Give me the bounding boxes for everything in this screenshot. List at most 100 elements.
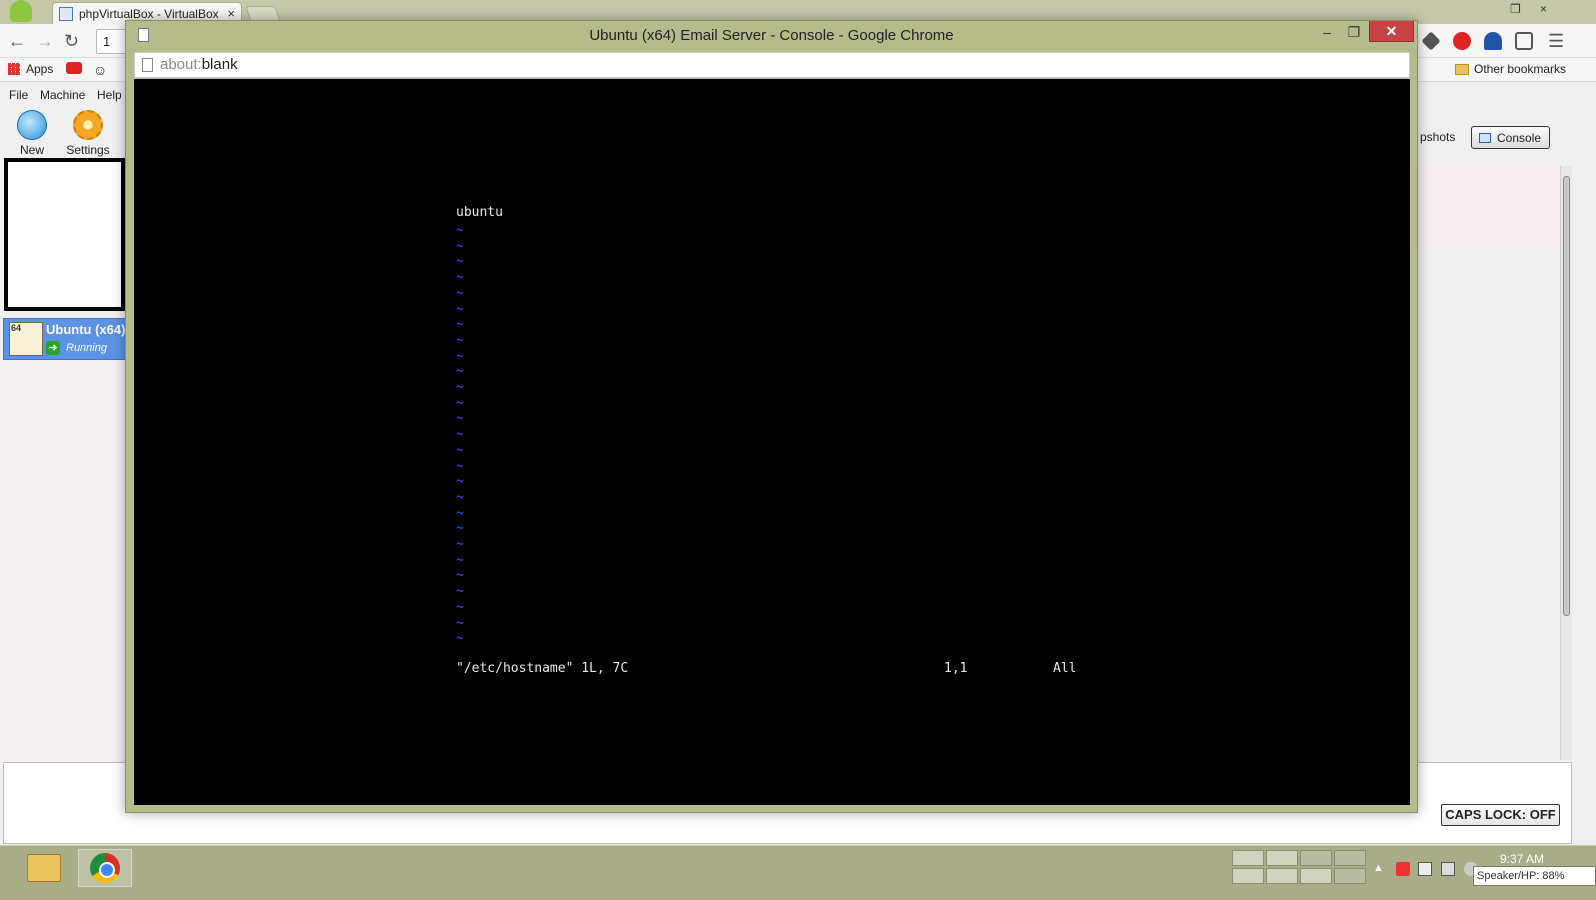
vim-tilde: ~	[456, 552, 464, 568]
window-thumbnail[interactable]	[1300, 868, 1332, 884]
tab-close-icon[interactable]: ×	[227, 6, 235, 21]
virtualbox-favicon-icon	[59, 6, 73, 21]
vim-tilde: ~	[456, 474, 464, 490]
file-explorer-icon[interactable]	[27, 854, 61, 882]
caps-lock-indicator: CAPS LOCK: OFF	[1441, 804, 1560, 826]
windows-taskbar: ▲ 9:37 AM	[0, 845, 1596, 900]
vim-text-line: ubuntu	[456, 205, 503, 220]
window-thumbnail[interactable]	[1334, 868, 1366, 884]
vim-tilde: ~	[456, 442, 464, 458]
vm-console-screen[interactable]: ubuntu "/etc/hostname" 1L, 7C 1,1 All ~ ~…	[134, 79, 1410, 805]
window-thumbnail[interactable]	[1334, 850, 1366, 866]
vim-tilde: ~	[456, 317, 464, 333]
tray-overflow-icon[interactable]: ▲	[1373, 862, 1387, 876]
window-thumbnail[interactable]	[1266, 850, 1298, 866]
vm-detail-tabs: pshots Console	[1420, 118, 1596, 158]
tray-app-icon[interactable]	[1418, 862, 1432, 876]
popup-address-bar[interactable]: about:blank	[134, 52, 1410, 78]
vim-tilde: ~	[456, 599, 464, 615]
menu-machine[interactable]: Machine	[40, 88, 85, 102]
window-thumbnail[interactable]	[1300, 850, 1332, 866]
taskbar-clock[interactable]: 9:37 AM	[1500, 852, 1544, 866]
extension-diamond-icon[interactable]	[1421, 31, 1441, 51]
console-icon	[1479, 132, 1491, 143]
vm-list-pane	[0, 360, 130, 760]
address-host: blank	[201, 56, 238, 73]
adblock-stop-icon[interactable]	[1453, 32, 1471, 50]
tab-snapshots[interactable]: pshots	[1420, 130, 1455, 144]
tab-console[interactable]: Console	[1471, 126, 1550, 149]
vbox-menubar: File Machine Help	[0, 84, 130, 106]
chrome-icon	[90, 853, 120, 883]
menu-file[interactable]: File	[9, 88, 28, 102]
detail-scrollbar[interactable]	[1560, 166, 1572, 760]
settings-button[interactable]: Settings	[62, 110, 114, 157]
new-vm-button[interactable]: New	[6, 110, 58, 157]
folder-icon	[1455, 63, 1469, 75]
address-scheme: about:	[160, 56, 202, 73]
vim-status-file: "/etc/hostname" 1L, 7C	[456, 661, 629, 676]
tab-console-label: Console	[1497, 130, 1542, 145]
vm-arch-badge: 64	[11, 323, 22, 333]
maximize-icon[interactable]: ❐	[1340, 23, 1368, 43]
bookmark-reddit[interactable]: ☺	[93, 62, 107, 78]
network-icon[interactable]	[1441, 862, 1455, 876]
menu-icon[interactable]: ☰	[1548, 31, 1564, 51]
youtube-icon	[66, 62, 82, 74]
vim-tilde: ~	[456, 348, 464, 364]
reddit-icon: ☺	[93, 62, 108, 78]
vim-tilde: ~	[456, 332, 464, 348]
bookmark-apps-label: Apps	[26, 62, 54, 76]
minimize-icon[interactable]: –	[1313, 23, 1341, 43]
bookmark-other-label: Other bookmarks	[1474, 62, 1567, 76]
popup-close-button[interactable]: ✕	[1369, 21, 1414, 42]
vim-tilde: ~	[456, 223, 464, 238]
vim-tilde: ~	[456, 254, 464, 270]
window-thumbnail[interactable]	[1232, 868, 1264, 884]
vim-tilde: ~	[456, 537, 464, 552]
action-center-icon[interactable]	[1396, 862, 1410, 876]
extension-shield-icon[interactable]	[1484, 32, 1502, 50]
vim-tilde: ~	[456, 270, 464, 286]
volume-tooltip: Speaker/HP: 88%	[1473, 866, 1596, 886]
vim-tilde: ~	[456, 584, 464, 600]
close-icon[interactable]: ×	[1540, 2, 1547, 16]
vim-tilde: ~	[456, 521, 464, 537]
restore-icon[interactable]: ❐	[1510, 2, 1521, 16]
vim-tilde: ~	[456, 238, 464, 254]
popup-title: Ubuntu (x64) Email Server - Console - Go…	[589, 27, 954, 44]
vim-tilde: ~	[456, 631, 464, 647]
vm-preview	[4, 158, 125, 311]
settings-label: Settings	[66, 143, 110, 157]
ubuntu-os-icon: 64	[9, 322, 43, 356]
bookmark-apps[interactable]: Apps	[8, 62, 53, 76]
blank-page-icon	[142, 58, 153, 72]
vim-tilde: ~	[456, 568, 464, 584]
tab-title: phpVirtualBox - VirtualBox	[79, 6, 219, 21]
window-thumbnail[interactable]	[1266, 868, 1298, 884]
vim-tilde: ~	[456, 364, 464, 380]
cast-icon[interactable]	[1515, 32, 1533, 50]
vim-tilde: ~	[456, 489, 464, 505]
forward-arrow-icon[interactable]: →	[36, 31, 54, 51]
scrollbar-thumb[interactable]	[1563, 176, 1570, 616]
vbox-toolbar: New Settings	[0, 106, 130, 158]
chrome-taskbar-button[interactable]	[78, 849, 132, 887]
apps-grid-icon	[8, 63, 20, 75]
vim-tilde: ~	[456, 395, 464, 411]
back-arrow-icon[interactable]: ←	[8, 31, 26, 51]
bookmark-youtube[interactable]	[66, 62, 82, 74]
vim-tilde: ~	[456, 380, 464, 395]
vm-name: Ubuntu (x64)	[46, 322, 126, 337]
bookmark-other[interactable]: Other bookmarks	[1455, 62, 1566, 76]
vm-detail-pane	[1420, 166, 1560, 246]
vm-list-item[interactable]: 64 Ubuntu (x64) ➜ Running	[3, 318, 130, 360]
reload-icon[interactable]: ↻	[64, 31, 79, 51]
user-avatar-icon[interactable]	[10, 0, 32, 22]
gear-icon	[73, 110, 103, 140]
window-thumbnail[interactable]	[1232, 850, 1264, 866]
vim-tilde: ~	[456, 458, 464, 474]
vim-tilde: ~	[456, 301, 464, 317]
vm-state: Running	[66, 342, 107, 354]
menu-help[interactable]: Help	[97, 88, 122, 102]
